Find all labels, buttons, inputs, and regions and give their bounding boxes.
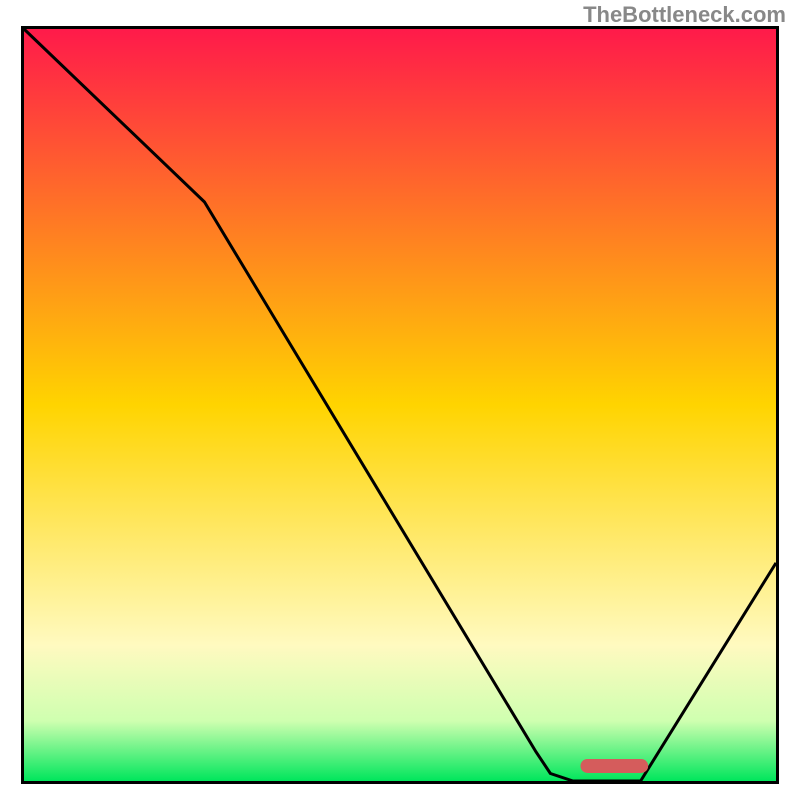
chart-svg	[24, 29, 776, 781]
chart-container: TheBottleneck.com	[0, 0, 800, 800]
plot-area	[21, 26, 779, 784]
watermark-text: TheBottleneck.com	[583, 2, 786, 28]
